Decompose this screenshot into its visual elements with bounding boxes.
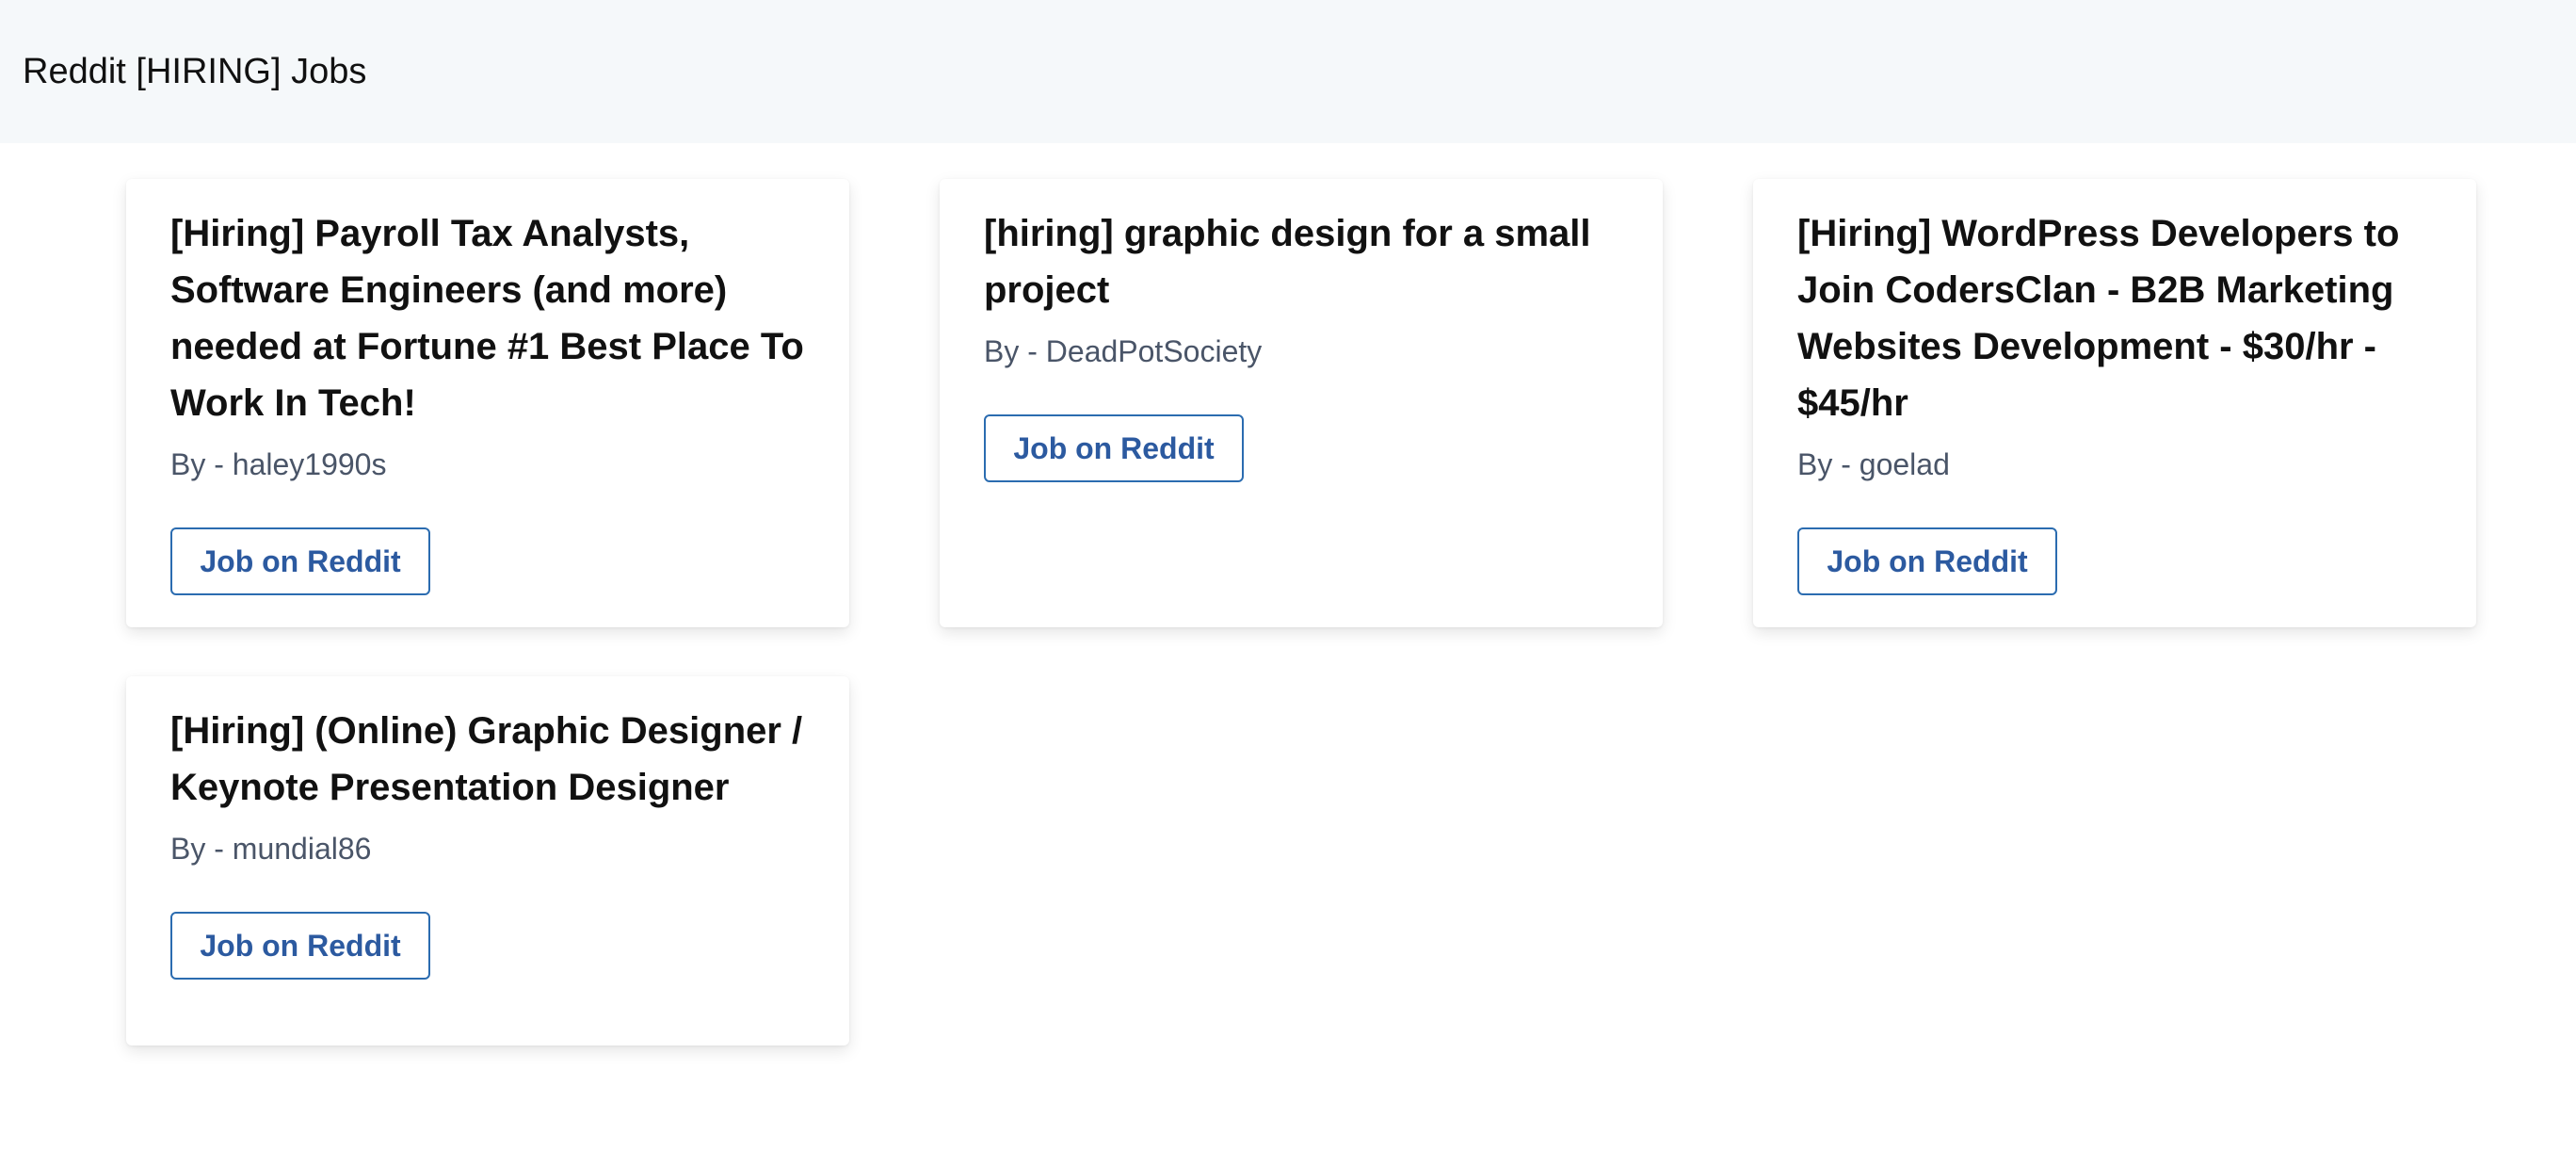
- job-on-reddit-button[interactable]: Job on Reddit: [984, 414, 1244, 482]
- job-on-reddit-button[interactable]: Job on Reddit: [1797, 527, 2057, 595]
- job-author: By - mundial86: [170, 832, 372, 866]
- job-title: [Hiring] WordPress Developers to Join Co…: [1797, 213, 2400, 424]
- job-card: [Hiring] (Online) Graphic Designer / Key…: [126, 676, 849, 1046]
- job-title: [hiring] graphic design for a small proj…: [984, 213, 1591, 311]
- job-author: By - DeadPotSociety: [984, 334, 1263, 368]
- job-author: By - haley1990s: [170, 447, 387, 481]
- job-on-reddit-button[interactable]: Job on Reddit: [170, 912, 430, 980]
- job-title: [Hiring] Payroll Tax Analysts, Software …: [170, 213, 804, 424]
- top-bar: Reddit [HIRING] Jobs: [0, 0, 2576, 143]
- job-title: [Hiring] (Online) Graphic Designer / Key…: [170, 710, 803, 808]
- job-card: [Hiring] WordPress Developers to Join Co…: [1753, 179, 2476, 627]
- job-on-reddit-button[interactable]: Job on Reddit: [170, 527, 430, 595]
- job-author: By - goelad: [1797, 447, 1950, 481]
- app-title: Reddit [HIRING] Jobs: [23, 51, 367, 91]
- job-card: [hiring] graphic design for a small proj…: [940, 179, 1663, 627]
- job-card: [Hiring] Payroll Tax Analysts, Software …: [126, 179, 849, 627]
